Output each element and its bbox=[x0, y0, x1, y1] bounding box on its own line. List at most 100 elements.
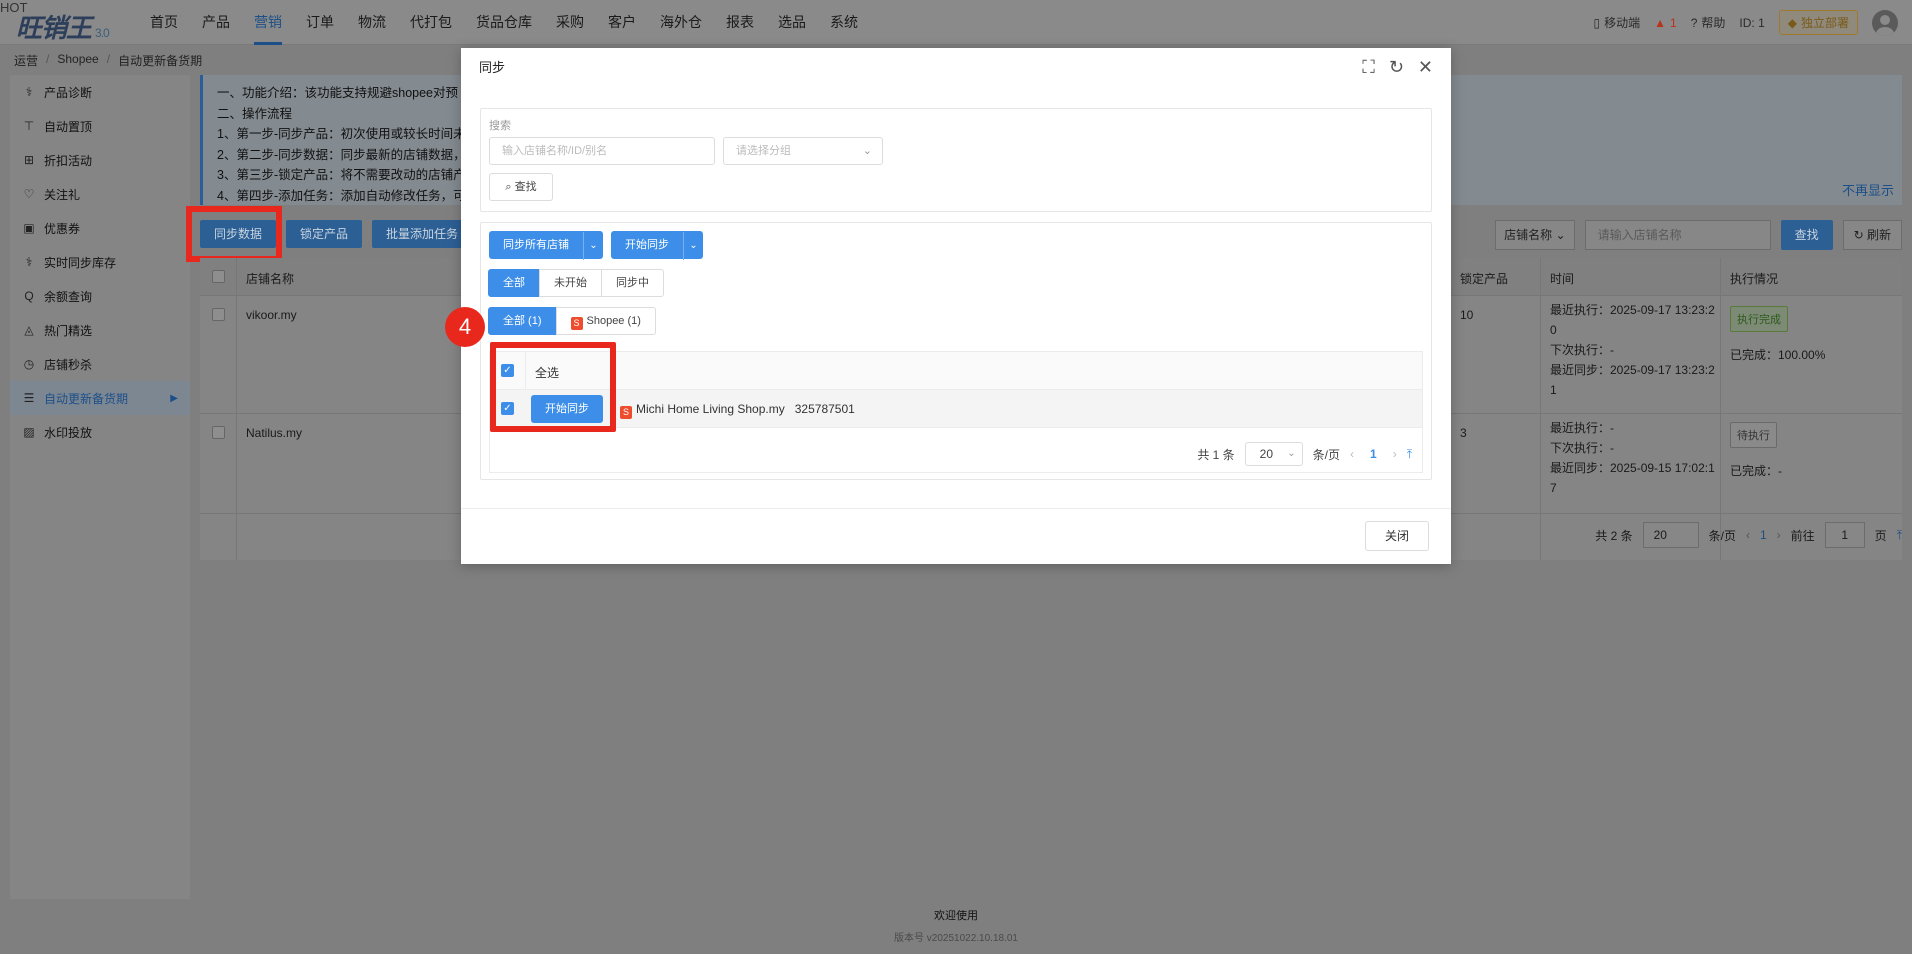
sidebar-item[interactable]: ☰ 自动更新备货期 ▶ bbox=[10, 381, 190, 415]
row-checkbox[interactable] bbox=[212, 426, 225, 439]
sidebar-item[interactable]: ▨ 水印投放 bbox=[10, 415, 190, 449]
back-to-top-icon[interactable]: ⤒ bbox=[1407, 447, 1412, 462]
sync-all-shops-button[interactable]: 同步所有店铺 ⌄ bbox=[489, 231, 603, 260]
nav-system[interactable]: 系统 bbox=[818, 0, 870, 45]
top-navbar: 旺销王 3.0 首页 产品 营销 订单 物流 代打包 货品仓库 采购 客户 海外仓… bbox=[0, 0, 1912, 45]
group-select[interactable]: 请选择分组 ⌄ bbox=[723, 137, 883, 165]
nav-reports[interactable]: 报表 bbox=[714, 0, 766, 45]
sidebar-item[interactable]: ⚕ 产品诊断 bbox=[10, 75, 190, 109]
help-link[interactable]: ? 帮助 bbox=[1691, 14, 1726, 31]
shop-name-select[interactable]: 店铺名称 ⌄ bbox=[1495, 220, 1575, 250]
sidebar-item[interactable]: ⊞ 折扣活动 bbox=[10, 143, 190, 177]
next-page-icon[interactable]: › bbox=[1777, 528, 1781, 542]
caret-right-icon: ▶ bbox=[170, 392, 178, 404]
back-to-top-icon[interactable]: ⤒ bbox=[1897, 528, 1902, 543]
mobile-link[interactable]: ▯ 移动端 bbox=[1594, 14, 1641, 31]
sidebar-item[interactable]: ⊤ 自动置顶 bbox=[10, 109, 190, 143]
nav-products[interactable]: 产品 bbox=[190, 0, 242, 45]
chevron-down-icon[interactable]: ⌄ bbox=[683, 232, 703, 260]
nav-customers[interactable]: 客户 bbox=[596, 0, 648, 45]
shopee-icon: S bbox=[620, 406, 632, 419]
dialog-pagination: 共 1 条 20 ⌄ 条/页 ‹ 1 › ⤒ bbox=[1197, 442, 1412, 466]
prev-page-icon[interactable]: ‹ bbox=[1350, 447, 1354, 461]
tab-platform-shopee[interactable]: S Shopee (1) bbox=[555, 307, 656, 335]
sidebar-item-label: 水印投放 bbox=[44, 425, 93, 440]
page-size-select[interactable]: 20 ⌄ bbox=[1244, 442, 1303, 466]
page-number[interactable]: 1 bbox=[1364, 447, 1383, 461]
question-icon: ? bbox=[1690, 15, 1698, 30]
avatar[interactable] bbox=[1872, 9, 1898, 36]
nav-orders[interactable]: 订单 bbox=[294, 0, 346, 45]
sync-shop-table: ✓ 全选 ✓ 开始同步 S Michi Home Living Shop.my 3… bbox=[489, 351, 1423, 473]
dialog-title: 同步 bbox=[479, 60, 506, 75]
dismiss-link[interactable]: 不再显示 bbox=[1842, 181, 1894, 202]
lock-products-button[interactable]: 锁定产品 bbox=[286, 220, 363, 248]
close-button[interactable]: 关闭 bbox=[1365, 521, 1429, 551]
search-button[interactable]: 查找 bbox=[1780, 220, 1833, 250]
sidebar-item-label: 优惠券 bbox=[44, 221, 81, 236]
shop-name-input[interactable]: 请输入店铺名称 bbox=[1584, 220, 1771, 250]
locked-count: 3 bbox=[1460, 426, 1467, 440]
sidebar-item-label: 关注礼 bbox=[44, 187, 81, 202]
status-badge: 待执行 bbox=[1730, 422, 1777, 448]
start-sync-button[interactable]: 开始同步 ⌄ bbox=[611, 231, 703, 260]
goto-page-input[interactable]: 1 bbox=[1824, 522, 1865, 548]
diamond-icon: ◆ bbox=[1787, 15, 1797, 30]
sidebar-item[interactable]: ◬ 热门精选 bbox=[10, 313, 190, 347]
app-logo[interactable]: 旺销王 3.0 bbox=[16, 8, 110, 45]
sidebar-item[interactable]: Q 余额查询 bbox=[10, 279, 190, 313]
clock-icon: ◷ bbox=[23, 357, 35, 371]
col-time: 时间 bbox=[1550, 272, 1575, 286]
select-all-checkbox[interactable] bbox=[212, 270, 225, 283]
sidebar-item[interactable]: ♡ 关注礼 bbox=[10, 177, 190, 211]
breadcrumb-item[interactable]: Shopee bbox=[57, 52, 98, 69]
page-unit-label: 页 bbox=[1874, 528, 1887, 543]
deploy-button[interactable]: ◆ 独立部署 bbox=[1778, 10, 1858, 35]
row-checkbox[interactable] bbox=[212, 308, 225, 321]
stethoscope-icon: ⚕ bbox=[25, 85, 33, 99]
nav-selection[interactable]: 选品 bbox=[766, 0, 818, 45]
time-info: 最近执行：- 下次执行：- 最近同步：2025-09-15 17:02:1 7 bbox=[1550, 421, 1715, 495]
breadcrumb-item[interactable]: 运营 bbox=[14, 52, 38, 69]
alert-link[interactable]: ▲ 1 bbox=[1654, 16, 1677, 30]
page-size-select[interactable]: 20 bbox=[1642, 522, 1699, 548]
completion-text: 已完成：100.00% bbox=[1730, 348, 1826, 362]
tab-syncing[interactable]: 同步中 bbox=[601, 269, 664, 297]
refresh-button[interactable]: ↻ 刷新 bbox=[1842, 220, 1902, 250]
chevron-down-icon[interactable]: ⌄ bbox=[583, 232, 603, 260]
nav-packing[interactable]: 代打包 bbox=[398, 0, 464, 45]
pin-top-icon: ⊤ bbox=[23, 119, 35, 133]
batch-add-task-button[interactable]: 批量添加任务 bbox=[372, 220, 473, 248]
prev-page-icon[interactable]: ‹ bbox=[1746, 528, 1750, 542]
next-page-icon[interactable]: › bbox=[1393, 447, 1397, 461]
user-id: ID: 1 bbox=[1739, 15, 1765, 30]
fullscreen-icon[interactable]: ⛶ bbox=[1362, 56, 1375, 78]
tab-all[interactable]: 全部 bbox=[488, 269, 540, 297]
nav-marketing[interactable]: 营销 bbox=[242, 0, 294, 45]
close-icon[interactable]: ✕ bbox=[1418, 56, 1433, 78]
balance-icon: Q bbox=[24, 289, 34, 303]
main-nav: 首页 产品 营销 订单 物流 代打包 货品仓库 采购 客户 海外仓 报表 选品 … bbox=[138, 0, 870, 45]
sidebar-item-label: 热门精选 bbox=[44, 323, 93, 338]
locked-count: 10 bbox=[1460, 308, 1474, 322]
nav-home[interactable]: 首页 bbox=[138, 0, 190, 45]
tab-platform-all[interactable]: 全部 (1) bbox=[488, 307, 557, 335]
sidebar-item[interactable]: ▣ 优惠券 bbox=[10, 211, 190, 245]
refresh-icon[interactable]: ↻ bbox=[1389, 56, 1404, 78]
nav-warehouse[interactable]: 货品仓库 bbox=[464, 0, 544, 45]
tab-not-started[interactable]: 未开始 bbox=[539, 269, 602, 297]
sidebar-item[interactable]: ◷ 店铺秒杀 bbox=[10, 347, 190, 381]
search-panel: 搜索 输入店铺名称/ID/别名 请选择分组 ⌄ ⌕ 查找 bbox=[480, 108, 1432, 212]
page-number[interactable]: 1 bbox=[1760, 528, 1767, 542]
image-icon: ▨ bbox=[23, 425, 35, 439]
per-page-label: 条/页 bbox=[1312, 447, 1340, 462]
breadcrumb: 运营 / Shopee / 自动更新备货期 bbox=[14, 52, 203, 69]
nav-overseas[interactable]: 海外仓 bbox=[648, 0, 714, 45]
sidebar-item[interactable]: ⚕ 实时同步库存 bbox=[10, 245, 190, 279]
nav-logistics[interactable]: 物流 bbox=[346, 0, 398, 45]
search-icon: ⌕ bbox=[505, 181, 512, 193]
shop-search-input[interactable]: 输入店铺名称/ID/别名 bbox=[489, 137, 715, 165]
nav-purchase[interactable]: 采购 bbox=[544, 0, 596, 45]
search-label: 搜索 bbox=[489, 120, 511, 132]
find-button[interactable]: ⌕ 查找 bbox=[489, 173, 553, 201]
